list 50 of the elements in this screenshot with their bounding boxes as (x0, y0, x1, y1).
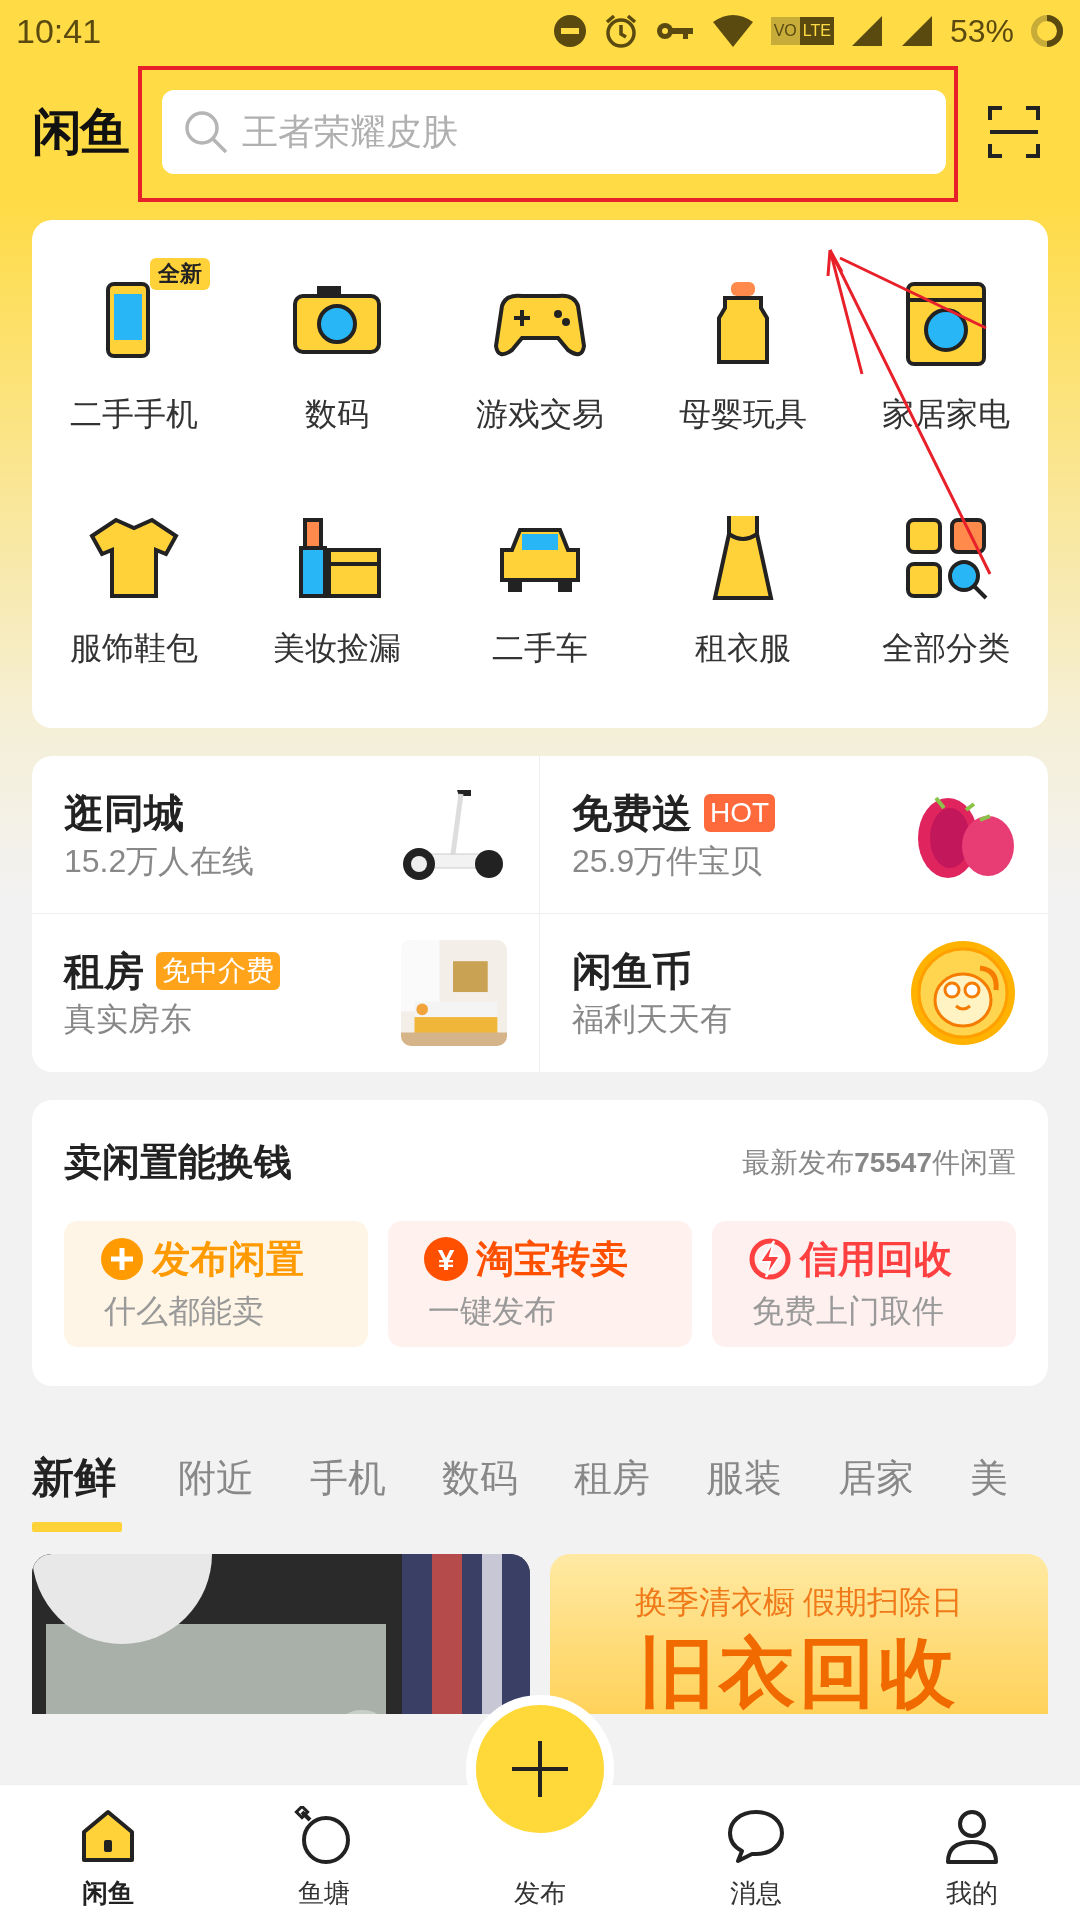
tile-title: 闲鱼币 (572, 948, 692, 995)
clock-time: 10:41 (16, 10, 102, 52)
category-item[interactable]: 全部分类 (844, 474, 1048, 708)
category-item[interactable]: 二手车 (438, 474, 642, 708)
category-item[interactable]: 家居家电 (844, 240, 1048, 474)
nav-tab[interactable]: 消息 (648, 1785, 864, 1920)
battery-percent: 53% (949, 12, 1014, 51)
nav-tab[interactable]: 我的 (864, 1785, 1080, 1920)
yen-icon: ¥ (424, 1237, 468, 1281)
tile-subtitle: 福利天天有 (572, 1000, 732, 1039)
banner-subtitle: 换季清衣橱 假期扫除日 (634, 1583, 964, 1622)
feature-tile[interactable]: 租房 免中介费 真实房东 (32, 914, 540, 1072)
tag-badge: 免中介费 (156, 952, 280, 990)
category-item[interactable]: 美妆捡漏 (235, 474, 439, 708)
nav-tab[interactable]: 闲鱼 (0, 1785, 216, 1920)
nav-tab[interactable]: 鱼塘 (216, 1785, 432, 1920)
coin-icon (910, 940, 1016, 1046)
search-input[interactable]: 王者荣耀皮肤 (242, 105, 926, 159)
scan-button[interactable] (988, 106, 1040, 158)
category-tab[interactable]: 新鲜 (32, 1448, 122, 1532)
nav-label[interactable]: 发布 (514, 1876, 566, 1910)
tile-title: 逛同城 (64, 789, 184, 837)
lte-label: LTE (799, 17, 834, 45)
tile-subtitle: 25.9万件宝贝 (572, 841, 764, 881)
app-logo: 闲鱼 (32, 102, 130, 162)
banner-title: 旧衣回收 (639, 1630, 959, 1714)
tile-title: 租房 (64, 948, 144, 995)
tile-subtitle: 真实房东 (64, 1000, 193, 1039)
feature-tile[interactable]: 逛同城 15.2万人在线 (32, 756, 540, 914)
battery-ring-icon (1030, 14, 1064, 48)
feature-tile[interactable]: 免费送 HOT 25.9万件宝贝 (540, 756, 1048, 914)
category-item[interactable]: 游戏交易 (438, 240, 642, 474)
volte-label: VO (770, 17, 800, 45)
section-title: 卖闲置能换钱 (64, 1140, 292, 1185)
search-field[interactable]: 王者荣耀皮肤 (162, 90, 946, 174)
scan-icon (988, 106, 1040, 158)
feature-tile[interactable]: 闲鱼币 福利天天有 (540, 914, 1048, 1072)
tag-badge: HOT (704, 793, 776, 832)
category-item[interactable]: 服饰鞋包 (32, 474, 236, 708)
tile-title: 免费送 (572, 789, 692, 837)
category-item[interactable]: 母婴玩具 (641, 240, 845, 474)
category-item[interactable]: 全新 二手手机 (32, 240, 236, 474)
category-item[interactable]: 租衣服 (641, 474, 845, 708)
do-not-disturb-icon (552, 14, 587, 48)
new-badge: 全新 (150, 258, 210, 290)
tile-subtitle: 15.2万人在线 (64, 841, 255, 881)
publish-stat: 最新发布75547件闲置 (742, 1145, 1016, 1180)
search-icon (182, 108, 230, 156)
category-item[interactable]: 数码 (235, 240, 439, 474)
wifi-icon (710, 14, 755, 48)
